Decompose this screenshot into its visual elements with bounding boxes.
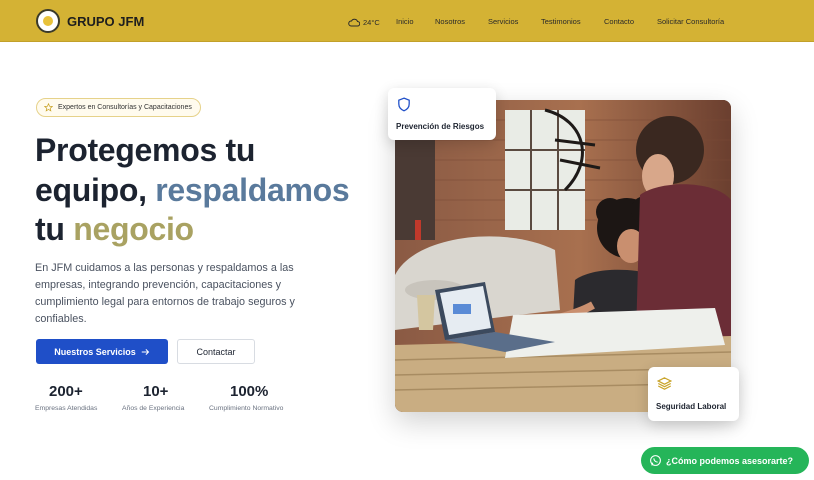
stat-label-experiencia: Años de Experiencia — [122, 405, 185, 412]
contact-button[interactable]: Contactar — [177, 339, 255, 364]
nav-contacto[interactable]: Contacto — [604, 17, 634, 26]
prevention-card: Prevención de Riesgos — [388, 88, 496, 140]
hero-title-line-2: equipo, respaldamos — [35, 172, 350, 208]
cloud-icon — [348, 18, 360, 26]
prevention-card-title: Prevención de Riesgos — [396, 122, 485, 131]
whatsapp-button[interactable]: ¿Cómo podemos asesorarte? — [641, 447, 809, 474]
layers-icon — [657, 377, 672, 390]
hero-photo-illustration — [395, 100, 731, 412]
site-header: GRUPO JFM 24°C Inicio Nosotros Servicios… — [0, 0, 814, 42]
nav-nosotros[interactable]: Nosotros — [435, 17, 465, 26]
hero-badge-label: Expertos en Consultorías y Capacitacione… — [58, 104, 192, 111]
nav-servicios[interactable]: Servicios — [488, 17, 518, 26]
nav-testimonios[interactable]: Testimonios — [541, 17, 581, 26]
nav-solicitar-consultoria[interactable]: Solicitar Consultoría — [657, 17, 724, 26]
brand-logo-icon[interactable] — [36, 9, 60, 33]
stat-value-experiencia: 10+ — [143, 383, 169, 400]
stat-value-empresas: 200+ — [49, 383, 83, 400]
hero-photo — [395, 100, 731, 412]
hero-description: En JFM cuidamos a las personas y respald… — [35, 262, 295, 325]
stat-label-cumplimiento: Cumplimiento Normativo — [209, 405, 284, 412]
stat-value-cumplimiento: 100% — [230, 383, 269, 400]
whatsapp-button-label: ¿Cómo podemos asesorarte? — [666, 455, 794, 466]
hero-title-line-3: tu negocio — [35, 211, 194, 247]
hero-badge: Expertos en Consultorías y Capacitacione… — [36, 98, 201, 117]
arrow-right-icon — [141, 348, 149, 355]
hero-title-line-1: Protegemos tu — [35, 132, 256, 168]
weather-temperature: 24°C — [363, 17, 380, 27]
safety-card-title: Seguridad Laboral — [656, 402, 727, 411]
star-icon — [44, 103, 53, 112]
shield-icon — [398, 97, 410, 112]
landing-page: GRUPO JFM 24°C Inicio Nosotros Servicios… — [0, 0, 814, 480]
services-button-label: Nuestros Servicios — [54, 346, 136, 357]
nav-inicio[interactable]: Inicio — [396, 17, 414, 26]
safety-card: Seguridad Laboral — [648, 367, 739, 421]
weather-widget: 24°C — [348, 15, 380, 29]
brand-name[interactable]: GRUPO JFM — [67, 14, 144, 29]
stat-label-empresas: Empresas Atendidas — [35, 405, 98, 412]
services-button[interactable]: Nuestros Servicios — [36, 339, 168, 364]
whatsapp-icon — [650, 455, 661, 466]
